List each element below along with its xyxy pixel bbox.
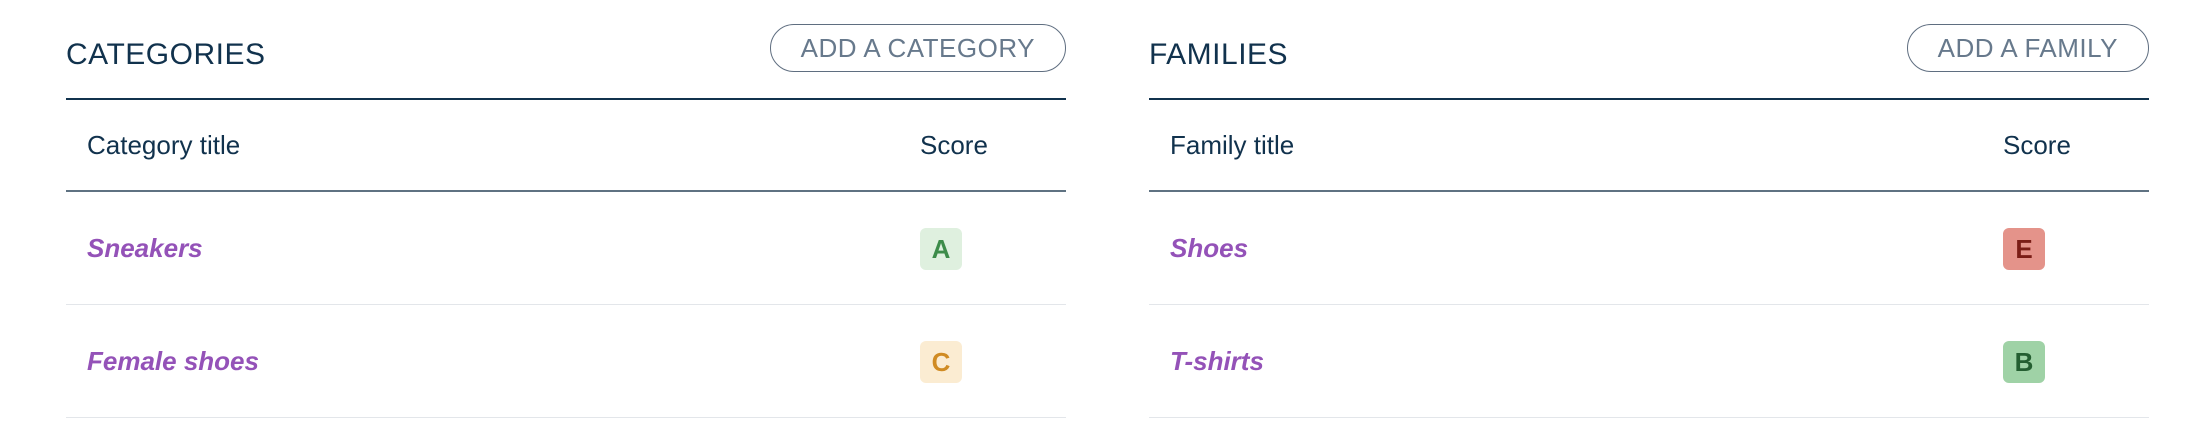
families-title: FAMILIES <box>1149 38 1289 71</box>
categories-header: CATEGORIES ADD A CATEGORY <box>66 0 1066 100</box>
category-score-column-header: Score <box>920 130 988 160</box>
add-family-button[interactable]: ADD A FAMILY <box>1906 24 2149 72</box>
table-row: T-shirts B <box>1149 305 2149 418</box>
families-header: FAMILIES ADD A FAMILY <box>1149 0 2149 100</box>
category-title-column-header: Category title <box>87 130 241 160</box>
categories-panel: CATEGORIES ADD A CATEGORY Category title… <box>66 0 1066 418</box>
score-badge: A <box>920 228 962 270</box>
score-badge: C <box>920 341 962 383</box>
table-row: Shoes E <box>1149 192 2149 305</box>
family-score-column-header: Score <box>2003 130 2071 160</box>
categories-title: CATEGORIES <box>66 38 266 71</box>
score-badge: E <box>2003 228 2045 270</box>
families-panel: FAMILIES ADD A FAMILY Family title Score… <box>1149 0 2149 418</box>
score-badge: B <box>2003 341 2045 383</box>
category-link-female-shoes[interactable]: Female shoes <box>87 346 259 377</box>
table-row: Female shoes C <box>66 305 1066 418</box>
table-row: Sneakers A <box>66 192 1066 305</box>
family-link-t-shirts[interactable]: T-shirts <box>1170 346 1264 377</box>
families-table-header: Family title Score <box>1149 100 2149 192</box>
add-category-button[interactable]: ADD A CATEGORY <box>769 24 1066 72</box>
family-link-shoes[interactable]: Shoes <box>1170 233 1248 264</box>
category-link-sneakers[interactable]: Sneakers <box>87 233 203 264</box>
family-title-column-header: Family title <box>1170 130 1295 160</box>
categories-table-header: Category title Score <box>66 100 1066 192</box>
